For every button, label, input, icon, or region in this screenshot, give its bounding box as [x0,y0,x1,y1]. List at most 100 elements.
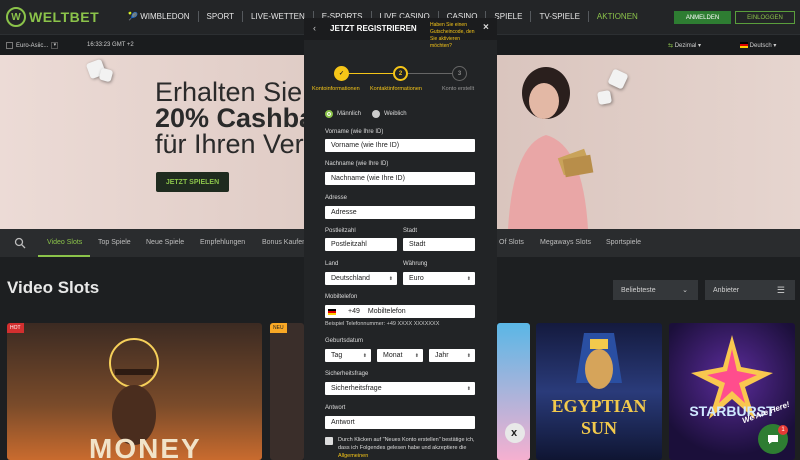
step-2-label: Kontaktinformationen [370,86,422,92]
region-icon [6,42,13,49]
filter-icon: ☰ [776,284,785,295]
section-title: Video Slots [7,278,100,297]
category-video-slots[interactable]: Video Slots [47,239,82,246]
flag-de-icon [328,308,336,315]
step-connector [408,73,452,74]
category-of-slots[interactable]: Of Slots [499,239,524,246]
country-select[interactable]: Deutschland ⬍ [325,272,397,285]
modal-header: ‹ JETZT REGISTRIEREN Haben Sie einen Gut… [304,18,497,49]
security-question-select[interactable]: Sicherheitsfrage ⬍ [325,382,475,395]
terms-text: Durch Klicken auf "Neues Konto erstellen… [338,437,475,459]
select-arrows-icon: ⬍ [466,352,471,359]
logo[interactable]: W WELTBET [6,7,99,27]
firstname-field[interactable]: Vorname (wie Ihre ID) [325,139,475,152]
birth-year-select[interactable]: Jahr ⬍ [429,349,475,362]
phone-field[interactable]: +49 Mobiltelefon [325,305,475,318]
city-field[interactable]: Stadt [403,238,475,251]
phone-example-hint: Beispiel Telefonnummer: +49 XXXX XXXXXXX [325,321,440,327]
language-selector[interactable]: Deutsch ▾ [740,42,776,49]
address-field[interactable]: Adresse [325,206,475,219]
country-label: Land [325,261,339,267]
answer-label: Antwort [325,405,346,411]
game-tile-new[interactable]: NEU [270,323,304,460]
city-label: Stadt [403,228,418,234]
odds-format-selector[interactable]: ⇆ Dezimal ▾ [668,42,701,49]
dice-icon [98,67,114,83]
nav-item-wimbledon[interactable]: 🎾 WIMBLEDON [128,11,198,22]
game-tile-art: X [505,423,525,443]
flag-de-icon [740,42,748,49]
answer-field[interactable]: Antwort [325,416,475,429]
game-tile-money[interactable]: HOT MONEY [7,323,262,460]
category-neue-spiele[interactable]: Neue Spiele [146,239,184,246]
registration-modal: ‹ JETZT REGISTRIEREN Haben Sie einen Gut… [304,18,497,460]
region-selector[interactable]: Euro-Asiic... ▾ [6,42,59,49]
play-now-button[interactable]: JETZT SPIELEN [156,172,229,192]
step-3-label: Konto erstellt [442,86,475,92]
radio-selected-icon [325,110,333,118]
nav-item-aktionen[interactable]: AKTIONEN [587,11,646,22]
step-2-indicator: 2 [393,66,408,81]
server-time: 16:33:23 GMT +2 [87,42,134,48]
sort-select[interactable]: Beliebteste ⌄ [613,280,698,300]
banner-model-image [508,67,594,229]
birth-month-select[interactable]: Monat ⬍ [377,349,423,362]
phone-prefix: +49 [348,308,360,315]
phone-label: Mobiltelefon [325,294,358,300]
step-3-indicator: 3 [452,66,467,81]
chevron-down-icon: ⌄ [682,287,688,294]
select-arrows-icon: ⬍ [362,352,367,359]
new-badge: NEU [270,323,287,333]
currency-select[interactable]: Euro ⬍ [403,272,475,285]
register-button[interactable]: EINLOGGEN [735,11,795,24]
chevron-down-icon: ▾ [698,43,702,49]
chat-icon [768,435,778,444]
currency-label: Währung [403,261,428,267]
region-label: Euro-Asiic... [16,42,49,49]
category-sportspiele[interactable]: Sportspiele [606,239,641,246]
postcode-field[interactable]: Postleitzahl [325,238,397,251]
select-arrows-icon: ⬍ [466,385,471,392]
terms-checkbox[interactable] [325,437,333,445]
birth-day-select[interactable]: Tag ⬍ [325,349,371,362]
lastname-label: Nachname (wie Ihre ID) [325,161,389,167]
login-button[interactable]: ANMELDEN [674,11,731,24]
category-empfehlungen[interactable]: Empfehlungen [200,239,245,246]
step-1-check-icon: ✓ [334,66,349,81]
provider-filter[interactable]: Anbieter ☰ [705,280,795,300]
category-bonus-kaufen[interactable]: Bonus Kaufen [262,239,306,246]
brand-name: WELTBET [29,9,100,25]
chevron-down-icon: ▾ [773,43,777,49]
nav-item-tv-spiele[interactable]: TV-SPIELE [530,11,587,22]
address-label: Adresse [325,195,348,201]
step-connector [349,73,393,74]
step-1-label: Kontoinformationen [312,86,360,92]
nav-item-live-wetten[interactable]: LIVE-WETTEN [241,11,313,22]
dice-icon [607,68,629,90]
logo-icon: W [6,7,26,27]
gender-male-radio[interactable]: Männlich [325,110,361,118]
birthdate-label: Geburtsdatum [325,338,364,344]
game-tile-candy[interactable]: X [497,323,530,460]
chevron-down-icon: ▾ [51,42,59,49]
gender-female-radio[interactable]: Weiblich [372,110,407,118]
game-title: EGYPTIAN SUN [551,396,647,438]
category-top-spiele[interactable]: Top Spiele [98,239,131,246]
close-icon[interactable]: × [483,22,489,33]
terms-link[interactable]: Allgemeinen [338,453,368,459]
game-title: MONEY [89,433,202,460]
game-tile-egyptian-sun[interactable]: EGYPTIAN SUN [536,323,662,460]
search-icon[interactable] [14,237,26,249]
odds-icon: ⇆ [668,43,674,49]
svg-text:X: X [511,429,518,438]
postcode-label: Postleitzahl [325,228,356,234]
lastname-field[interactable]: Nachname (wie Ihre ID) [325,172,475,185]
chat-notification-badge: 1 [778,425,788,435]
category-megaways-slots[interactable]: Megaways Slots [540,239,591,246]
modal-title: JETZT REGISTRIEREN [330,24,417,33]
radio-unselected-icon [372,110,380,118]
nav-item-sport[interactable]: SPORT [197,11,242,22]
promo-code-link[interactable]: Haben Sie einen Gutscheincode, den Sie a… [430,22,478,50]
security-question-label: Sicherheitsfrage [325,371,369,377]
back-arrow-icon[interactable]: ‹ [313,23,316,33]
